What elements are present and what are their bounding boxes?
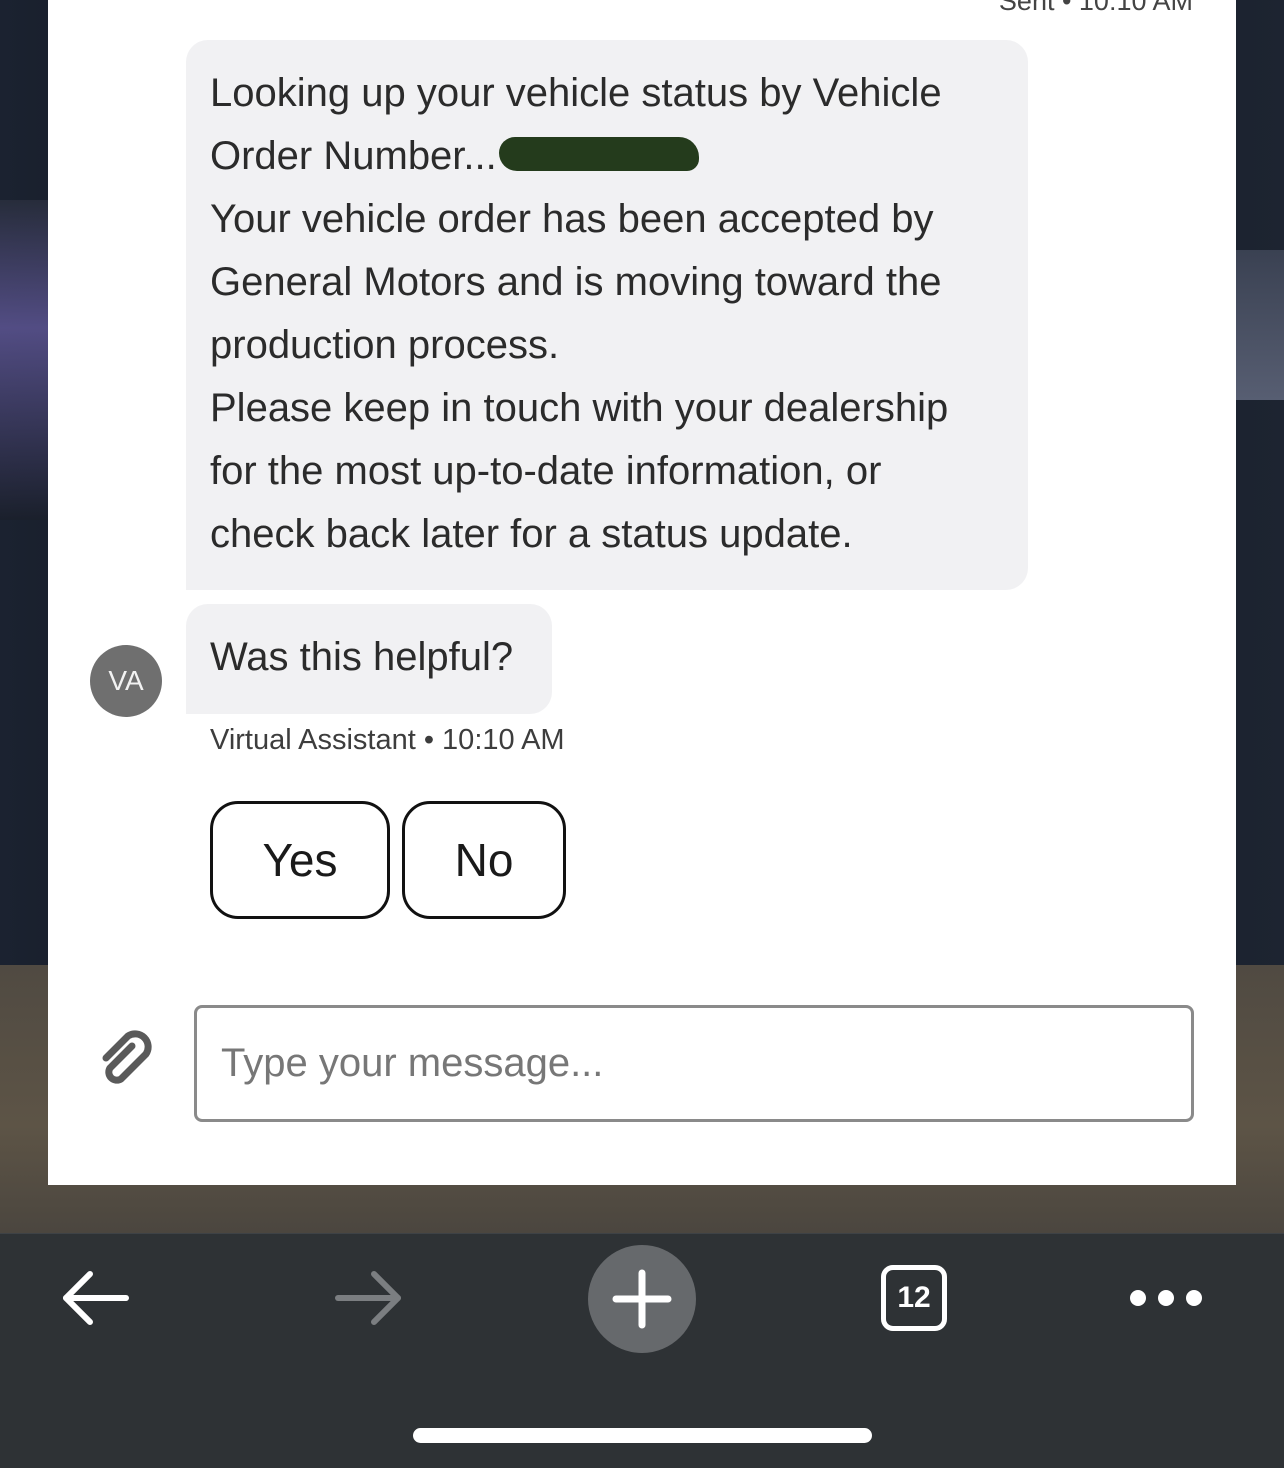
message-line: Please keep in touch with your dealershi… [210, 386, 949, 430]
message-line: check back later for a status update. [210, 512, 853, 556]
chat-panel: Sent • 10:10 AM Looking up your vehicle … [48, 0, 1236, 1185]
message-line: Your vehicle order has been accepted by [210, 197, 934, 241]
message-line-order-number: Order Number... [210, 125, 1010, 188]
attachment-button[interactable] [96, 1026, 160, 1090]
assistant-avatar: VA [90, 645, 162, 717]
message-line: production process. [210, 323, 560, 367]
more-options-button[interactable] [1128, 1266, 1204, 1330]
forward-button[interactable] [332, 1266, 406, 1330]
home-indicator[interactable] [413, 1428, 872, 1443]
back-arrow-icon [63, 1271, 129, 1325]
question-bubble: Was this helpful? [186, 604, 552, 714]
new-tab-button[interactable] [588, 1245, 696, 1353]
message-line: for the most up-to-date information, or [210, 449, 882, 493]
message-input[interactable] [194, 1005, 1194, 1122]
message-line: Looking up your vehicle status by Vehicl… [210, 71, 942, 115]
message-line: General Motors and is moving toward the [210, 260, 942, 304]
forward-arrow-icon [335, 1271, 401, 1325]
tab-count: 12 [897, 1281, 931, 1314]
no-button[interactable]: No [402, 801, 566, 919]
plus-icon [612, 1269, 672, 1329]
status-message-bubble: Looking up your vehicle status by Vehicl… [186, 40, 1028, 590]
question-text: Was this helpful? [210, 635, 514, 679]
status-message-text: Looking up your vehicle status by Vehicl… [210, 62, 1010, 566]
message-line: Order Number... [210, 134, 497, 178]
back-button[interactable] [58, 1266, 132, 1330]
yes-button[interactable]: Yes [210, 801, 390, 919]
background-glow-left [0, 200, 48, 520]
assistant-timestamp: Virtual Assistant • 10:10 AM [210, 724, 565, 756]
tab-switcher-icon: 12 [881, 1265, 947, 1331]
browser-toolbar: 12 [0, 1233, 1284, 1468]
background-glow-right [1236, 250, 1284, 400]
sent-timestamp: Sent • 10:10 AM [998, 0, 1193, 16]
paperclip-icon [102, 1030, 152, 1084]
more-options-icon [1130, 1290, 1202, 1306]
redaction-mark [498, 137, 699, 172]
tab-switcher-button[interactable]: 12 [877, 1265, 951, 1331]
